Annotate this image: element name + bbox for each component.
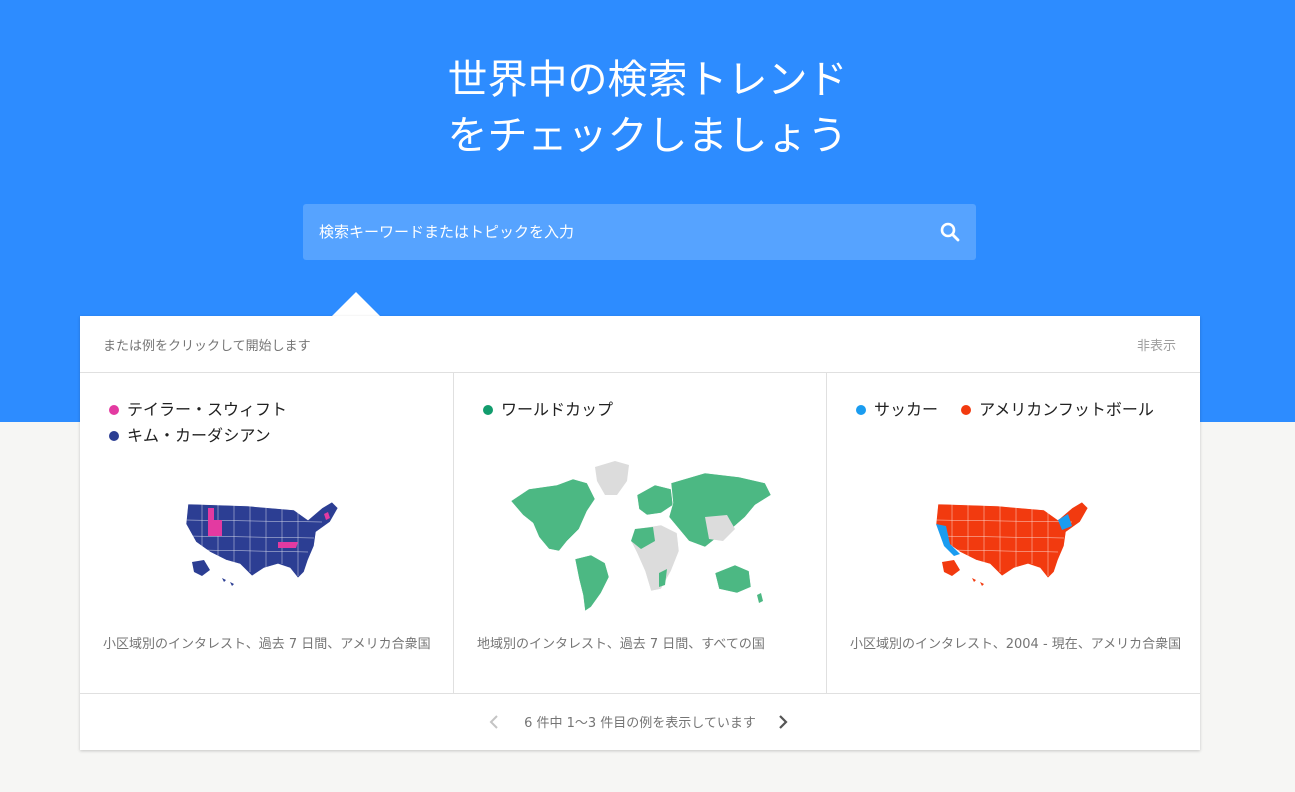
- legend-item: キム・カーダシアン: [109, 423, 421, 449]
- hero-title-line1: 世界中の検索トレンド: [447, 57, 848, 103]
- examples-header: または例をクリックして開始します 非表示: [80, 316, 1200, 373]
- examples-card: または例をクリックして開始します 非表示 テイラー・スウィフト キム・カーダシア…: [80, 316, 1200, 750]
- us-states-map: [935, 501, 1089, 586]
- example-legend: テイラー・スウィフト キム・カーダシアン: [109, 397, 439, 449]
- hero-title: 世界中の検索トレンド をチェックしましょう: [0, 52, 1295, 164]
- hero-title-line2: をチェックしましょう: [447, 113, 848, 159]
- card-pointer: [332, 292, 380, 316]
- legend-label: アメリカンフットボール: [979, 400, 1154, 419]
- example-caption: 小区域別のインタレスト、過去 7 日間、アメリカ合衆国: [103, 637, 431, 652]
- legend-dot: [109, 405, 119, 415]
- chevron-right-icon[interactable]: [773, 712, 793, 732]
- example-card-2[interactable]: ワールドカップ 地域別のインタレスト、過去 7 日間、すべての国: [453, 373, 826, 693]
- legend-dot: [961, 405, 972, 415]
- example-card-3[interactable]: サッカー アメリカンフットボール 小区域別のインタレスト、2004 - 現在、ア…: [826, 373, 1199, 693]
- legend-item: テイラー・スウィフト: [109, 397, 421, 423]
- pager-text: 6 件中 1～3 件目の例を表示しています: [524, 716, 756, 731]
- legend-item: サッカー: [856, 397, 938, 423]
- search-icon[interactable]: [938, 220, 962, 244]
- legend-item: ワールドカップ: [483, 397, 613, 423]
- search-input[interactable]: [303, 204, 923, 260]
- legend-label: サッカー: [874, 400, 939, 419]
- legend-label: ワールドカップ: [501, 400, 614, 419]
- legend-label: テイラー・スウィフト: [127, 400, 288, 419]
- examples-pager: 6 件中 1～3 件目の例を表示しています: [80, 694, 1200, 750]
- example-card-1[interactable]: テイラー・スウィフト キム・カーダシアン 小区域別のインタレスト、過去 7 日間…: [80, 373, 452, 693]
- example-caption: 地域別のインタレスト、過去 7 日間、すべての国: [477, 637, 765, 652]
- us-states-map: [185, 501, 339, 586]
- example-legend: ワールドカップ: [483, 397, 813, 423]
- world-map: [510, 461, 772, 612]
- examples-row: テイラー・スウィフト キム・カーダシアン 小区域別のインタレスト、過去 7 日間…: [80, 373, 1200, 694]
- legend-label: キム・カーダシアン: [127, 426, 271, 445]
- legend-dot: [856, 405, 866, 415]
- legend-dot: [483, 405, 493, 415]
- legend-dot: [109, 431, 119, 441]
- legend-item: アメリカンフットボール: [961, 397, 1154, 423]
- examples-hint: または例をクリックして開始します: [103, 339, 311, 354]
- example-caption: 小区域別のインタレスト、2004 - 現在、アメリカ合衆国: [850, 637, 1182, 652]
- hide-button[interactable]: 非表示: [1137, 335, 1176, 354]
- search-box: [303, 204, 976, 260]
- example-legend: サッカー アメリカンフットボール: [856, 397, 1186, 423]
